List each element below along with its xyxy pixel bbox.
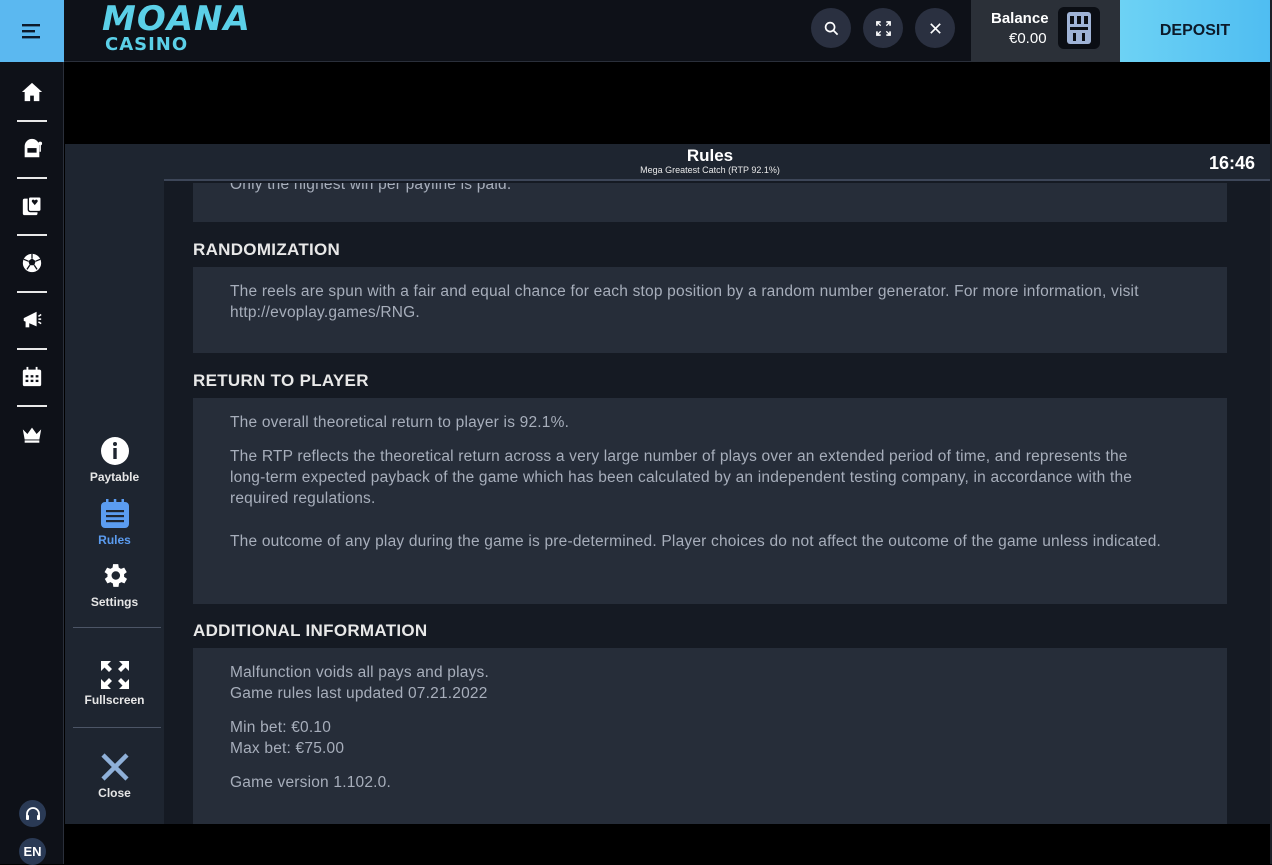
game-side-menu: Paytable Rules Settings Fullscreen Close (65, 144, 164, 824)
hamburger-icon (22, 24, 40, 39)
megaphone-icon (23, 311, 42, 328)
document-icon (100, 499, 129, 528)
balance-amount: €0.00 (1009, 30, 1047, 47)
slot-machine-icon (24, 138, 43, 158)
tiki-mask-icon (1067, 12, 1091, 44)
info-line-updated: Game rules last updated 07.21.2022 (230, 685, 488, 702)
rules-button[interactable]: Rules (65, 499, 164, 547)
page-title: Rules (686, 146, 734, 165)
bottom-spacer (65, 824, 1270, 864)
cut-off-text: Only the highest win per payline is paid… (230, 183, 512, 193)
game-subtitle: Mega Greatest Catch (RTP 92.1%) (640, 165, 780, 175)
rtp-text-3: The outcome of any play during the game … (230, 533, 1162, 550)
search-button[interactable] (811, 8, 851, 48)
rtp-box: The overall theoretical return to player… (193, 398, 1227, 604)
paytable-button[interactable]: Paytable (65, 436, 164, 484)
clock: 16:46 (1208, 153, 1255, 173)
rules-content[interactable]: Only the highest win per payline is paid… (193, 183, 1227, 824)
randomization-text: The reels are spun with a fair and equal… (230, 283, 1139, 321)
randomization-box: The reels are spun with a fair and equal… (193, 267, 1227, 353)
info-line-min-bet: Min bet: €0.10 (230, 719, 332, 736)
close-icon (929, 22, 941, 34)
nav-home[interactable] (0, 64, 64, 120)
additional-info-heading: ADDITIONAL INFORMATION (193, 621, 428, 640)
previous-section-box: Only the highest win per payline is paid… (193, 183, 1227, 222)
info-icon (100, 437, 129, 465)
nav-live-casino[interactable] (0, 178, 64, 234)
nav-sports[interactable] (0, 235, 64, 291)
crown-icon (22, 427, 42, 443)
rules-header: Rules Mega Greatest Catch (RTP 92.1%) 16… (164, 144, 1270, 181)
fullscreen-label: Fullscreen (84, 693, 145, 707)
menu-button[interactable] (0, 0, 64, 62)
nav-slots[interactable] (0, 121, 64, 177)
rtp-text-1: The overall theoretical return to player… (230, 414, 570, 431)
cards-icon (22, 196, 42, 216)
nav-promotions[interactable] (0, 292, 64, 348)
rules-label: Rules (98, 533, 131, 547)
info-line-malfunction: Malfunction voids all pays and plays. (230, 664, 489, 681)
avatar[interactable] (1058, 7, 1100, 49)
close-game-button[interactable] (915, 8, 955, 48)
side-divider (73, 627, 161, 628)
language-selector[interactable]: EN (19, 838, 46, 865)
settings-button[interactable]: Settings (65, 560, 164, 609)
soccer-ball-icon (22, 253, 42, 273)
support-button[interactable] (19, 800, 46, 827)
fullscreen-button[interactable] (863, 8, 903, 48)
left-nav: EN (0, 62, 64, 865)
gear-icon (104, 564, 128, 587)
home-icon (21, 82, 43, 102)
close-icon (100, 753, 129, 781)
logo-wordmark: MOANA (102, 0, 251, 39)
paytable-label: Paytable (89, 470, 140, 484)
balance-label: Balance (991, 10, 1049, 27)
nav-calendar[interactable] (0, 349, 64, 405)
game-rules-panel: Paytable Rules Settings Fullscreen Close… (65, 144, 1270, 824)
calendar-icon (22, 366, 42, 387)
additional-info-box: Malfunction voids all pays and plays. Ga… (193, 648, 1227, 824)
balance-panel[interactable]: Balance €0.00 (971, 0, 1120, 62)
search-icon (824, 21, 838, 35)
expand-icon (875, 20, 891, 36)
rtp-heading: RETURN TO PLAYER (193, 371, 369, 390)
fullscreen-toggle-button[interactable]: Fullscreen (65, 661, 164, 707)
settings-label: Settings (90, 595, 139, 609)
info-line-version: Game version 1.102.0. (230, 774, 392, 791)
headset-icon (25, 806, 40, 820)
deposit-button[interactable]: DEPOSIT (1120, 0, 1270, 62)
randomization-heading: RANDOMIZATION (193, 240, 341, 259)
nav-vip[interactable] (0, 406, 64, 462)
close-rules-button[interactable]: Close (65, 752, 164, 800)
fullscreen-icon (100, 661, 129, 689)
side-divider (73, 727, 161, 728)
casino-logo[interactable]: MOANA CASINO (102, 0, 251, 56)
rtp-text-2: The RTP reflects the theoretical return … (230, 448, 1133, 507)
top-bar: MOANA CASINO Balance €0.00 DEPOSIT (0, 0, 1272, 62)
close-label: Close (98, 786, 131, 800)
info-line-max-bet: Max bet: €75.00 (230, 740, 345, 757)
